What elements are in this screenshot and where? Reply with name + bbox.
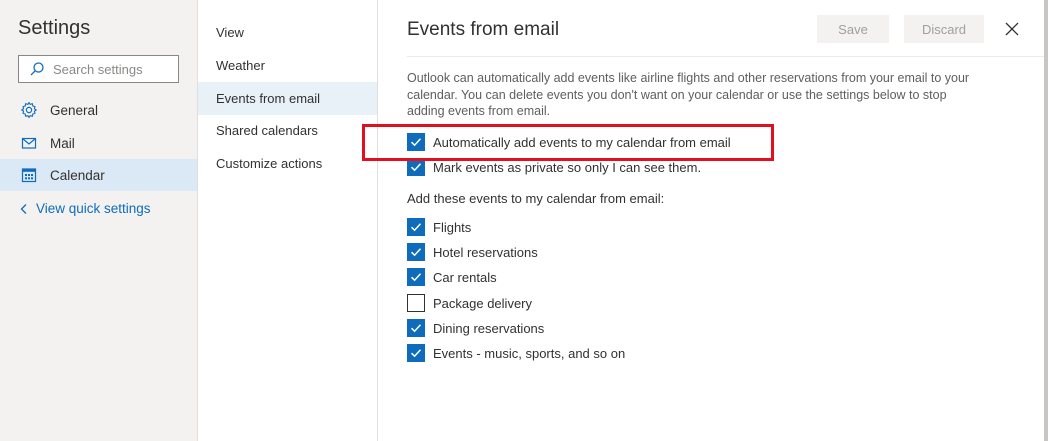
car-rentals-checkbox-row[interactable]: Car rentals — [407, 268, 497, 286]
events-music-sports-checkbox[interactable] — [407, 344, 425, 362]
mark-private-checkbox[interactable] — [407, 158, 425, 176]
auto-add-events-checkbox-row[interactable]: Automatically add events to my calendar … — [407, 133, 731, 151]
checkmark-icon — [410, 163, 422, 172]
auto-add-events-label: Automatically add events to my calendar … — [433, 134, 731, 150]
checkmark-icon — [410, 349, 422, 358]
flights-label: Flights — [433, 219, 472, 235]
settings-title: Settings — [18, 17, 91, 39]
close-icon[interactable] — [1002, 19, 1022, 39]
nav-label-calendar: Calendar — [50, 167, 105, 183]
dining-label: Dining reservations — [433, 320, 545, 336]
package-delivery-label: Package delivery — [433, 295, 532, 311]
save-button[interactable]: Save — [817, 15, 889, 43]
nav-item-mail[interactable]: Mail — [0, 127, 197, 159]
search-box[interactable] — [18, 55, 179, 83]
subnav-item-shared-calendars[interactable]: Shared calendars — [198, 114, 377, 147]
settings-sidebar: Settings General Mail — [0, 0, 198, 441]
package-delivery-checkbox[interactable] — [407, 294, 425, 312]
settings-main-panel: Events from email Save Discard Outlook c… — [379, 0, 1048, 441]
calendar-subnav: View Weather Events from email Shared ca… — [198, 0, 378, 441]
events-music-sports-label: Events - music, sports, and so on — [433, 345, 626, 361]
hotel-label: Hotel reservations — [433, 244, 538, 260]
car-rentals-label: Car rentals — [433, 269, 497, 285]
dining-checkbox[interactable] — [407, 319, 425, 337]
header-divider — [407, 56, 1048, 57]
nav-item-calendar[interactable]: Calendar — [0, 159, 197, 191]
window-right-edge — [1044, 0, 1048, 441]
checkmark-icon — [410, 324, 422, 333]
subnav-item-weather[interactable]: Weather — [198, 49, 377, 82]
hotel-checkbox[interactable] — [407, 243, 425, 261]
gear-icon — [21, 101, 37, 119]
checkmark-icon — [410, 248, 422, 257]
calendar-icon — [21, 168, 37, 183]
dining-checkbox-row[interactable]: Dining reservations — [407, 319, 544, 337]
flights-checkbox[interactable] — [407, 218, 425, 236]
mark-private-label: Mark events as private so only I can see… — [433, 159, 702, 175]
description-text: Outlook can automatically add events lik… — [407, 71, 970, 118]
subnav-item-customize-actions[interactable]: Customize actions — [198, 147, 377, 180]
nav-label-mail: Mail — [50, 135, 75, 151]
subnav-item-events-from-email[interactable]: Events from email — [198, 82, 377, 115]
search-input[interactable] — [53, 61, 173, 77]
subnav-item-view[interactable]: View — [198, 16, 377, 49]
hotel-checkbox-row[interactable]: Hotel reservations — [407, 243, 538, 261]
page-title: Events from email — [407, 19, 560, 40]
auto-add-events-checkbox[interactable] — [407, 133, 425, 151]
events-music-sports-checkbox-row[interactable]: Events - music, sports, and so on — [407, 344, 625, 362]
event-types-heading: Add these events to my calendar from ema… — [407, 191, 665, 206]
checkmark-icon — [410, 273, 422, 282]
search-icon — [30, 62, 44, 76]
mark-private-checkbox-row[interactable]: Mark events as private so only I can see… — [407, 158, 701, 176]
chevron-left-icon — [20, 203, 27, 214]
car-rentals-checkbox[interactable] — [407, 268, 425, 286]
checkmark-icon — [410, 138, 422, 147]
checkmark-icon — [410, 223, 422, 232]
discard-button[interactable]: Discard — [904, 15, 984, 43]
flights-checkbox-row[interactable]: Flights — [407, 218, 471, 236]
nav-label-general: General — [50, 102, 99, 118]
nav-item-general[interactable]: General — [0, 94, 197, 126]
package-delivery-checkbox-row[interactable]: Package delivery — [407, 294, 532, 312]
quick-link-label: View quick settings — [36, 201, 151, 216]
mail-icon — [21, 137, 37, 149]
view-quick-settings-link[interactable]: View quick settings — [18, 201, 151, 216]
